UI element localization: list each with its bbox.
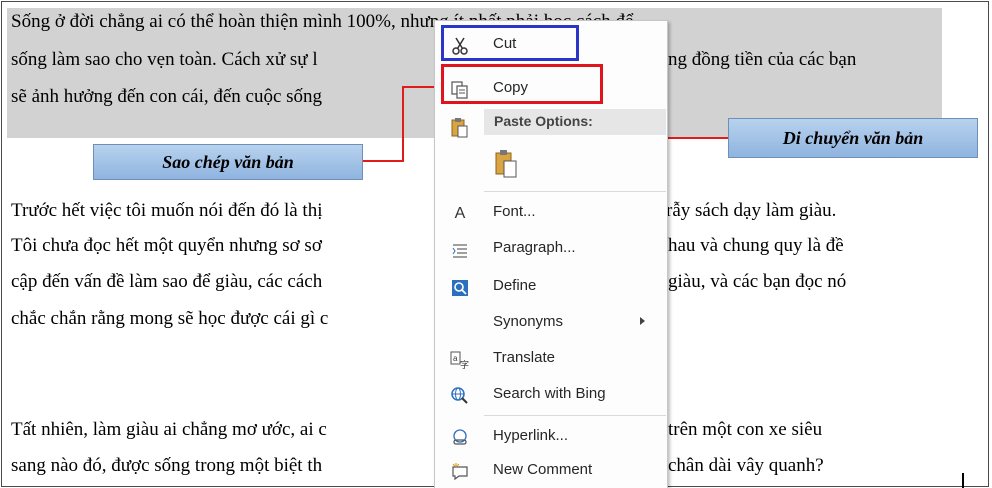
menu-item-label: Translate <box>493 349 555 366</box>
text-line: giàu, và các bạn đọc nó <box>668 271 847 292</box>
menu-item-label: Paragraph... <box>493 239 576 256</box>
context-menu: Cut Copy Paste Options: A Font... Paragr… <box>434 20 668 488</box>
text-cursor <box>962 473 964 488</box>
menu-item-define[interactable]: Define <box>435 269 667 305</box>
cut-highlight-box <box>441 25 579 61</box>
submenu-arrow-icon <box>640 317 645 325</box>
menu-separator <box>484 191 666 192</box>
connector-line <box>402 86 438 88</box>
menu-item-paragraph[interactable]: Paragraph... <box>435 231 667 267</box>
clipboard-icon <box>491 149 521 179</box>
text-line: Tất nhiên, làm giàu ai chẳng mơ ước, ai … <box>11 419 327 440</box>
menu-separator <box>484 415 666 416</box>
define-book-icon <box>449 277 471 299</box>
menu-item-new-comment[interactable]: New Comment <box>435 453 667 488</box>
paste-options-header: Paste Options: <box>484 109 666 135</box>
menu-item-synonyms[interactable]: Synonyms <box>435 305 667 341</box>
menu-item-font[interactable]: A Font... <box>435 195 667 231</box>
text-line: sẽ ảnh hưởng đến con cái, đến cuộc sống <box>11 86 323 107</box>
translate-icon: a字 <box>449 349 471 371</box>
link-icon <box>449 427 471 449</box>
menu-item-label: Font... <box>493 203 536 220</box>
text-line: hau và chung quy là đề <box>668 235 844 256</box>
paste-keep-source-button[interactable] <box>487 143 527 183</box>
clipboard-icon <box>449 117 471 139</box>
menu-item-label: Synonyms <box>493 313 564 330</box>
text-line: Tôi chưa đọc hết một quyển nhưng sơ sơ <box>11 235 322 256</box>
copy-highlight-box <box>441 64 603 104</box>
menu-item-search-bing[interactable]: Search with Bing <box>435 377 667 413</box>
paragraph-icon <box>449 239 471 261</box>
font-icon: A <box>454 205 466 222</box>
text-line: trên một con xe siêu <box>668 419 823 440</box>
callout-move-text: Di chuyển văn bản <box>728 118 978 158</box>
svg-text:字: 字 <box>460 359 469 370</box>
text-line: chắc chắn rằng mong sẽ học được cái gì c <box>11 308 329 329</box>
connector-line <box>402 86 404 162</box>
menu-item-label: Hyperlink... <box>493 427 569 444</box>
svg-text:a: a <box>453 354 458 363</box>
menu-item-translate[interactable]: a字 Translate <box>435 341 667 377</box>
text-line: sống làm sao cho vẹn toàn. Cách xử sự l <box>11 49 318 70</box>
paste-options-label: Paste Options: <box>494 113 593 129</box>
menu-item-label: Search with Bing <box>493 385 606 402</box>
search-globe-icon <box>449 385 471 407</box>
connector-line <box>666 137 728 139</box>
text-line: sang nào đó, được sống trong một biệt th <box>11 455 323 476</box>
text-line: cập đến vấn đề làm sao để giàu, các cách <box>11 271 323 292</box>
comment-icon <box>449 461 471 483</box>
menu-item-label: Define <box>493 277 537 294</box>
text-line: chân dài vây quanh? <box>668 455 824 476</box>
text-line: Trước hết việc tôi muốn nói đến đó là th… <box>11 200 323 221</box>
connector-line <box>362 160 404 162</box>
callout-copy-text: Sao chép văn bản <box>93 144 363 180</box>
menu-item-label: New Comment <box>493 461 593 478</box>
text-line: rẫy sách dạy làm giàu. <box>666 200 837 221</box>
document-area[interactable]: Sống ở đời chẳng ai có thể hoàn thiện mì… <box>0 0 992 488</box>
text-line: ng đồng tiền của các bạn <box>668 49 857 70</box>
menu-item-hyperlink[interactable]: Hyperlink... <box>435 419 667 455</box>
